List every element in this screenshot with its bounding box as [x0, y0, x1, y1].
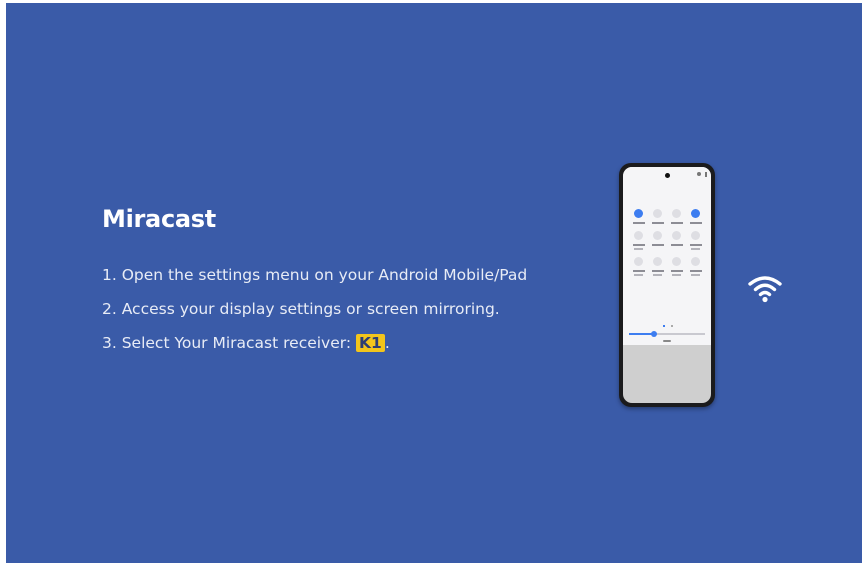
page-indicator [663, 325, 673, 327]
quick-tile [686, 257, 705, 276]
brightness-slider [629, 331, 705, 337]
instruction-step-3: 3. Select Your Miracast receiver: K1. [102, 333, 527, 367]
instruction-step-3-text: 3. Select Your Miracast receiver: [102, 334, 352, 352]
camera-hole [665, 173, 670, 178]
page-title: Miracast [102, 205, 216, 233]
quick-tile [648, 209, 667, 224]
quick-settings-tiles [629, 209, 705, 276]
quick-tile [686, 209, 705, 224]
quick-tile [629, 209, 648, 224]
quick-tile [629, 231, 648, 250]
quick-tile [648, 231, 667, 250]
wifi-icon [748, 276, 782, 303]
quick-tile [667, 257, 686, 276]
quick-tile [629, 257, 648, 276]
more-icon [705, 172, 707, 177]
instruction-list: 1. Open the settings menu on your Androi… [102, 265, 527, 367]
quick-settings-panel [623, 167, 711, 345]
phone-screen [623, 167, 711, 403]
receiver-name-badge: K1 [356, 334, 385, 352]
gear-icon [697, 172, 701, 176]
panel-handle [663, 340, 671, 342]
quick-tile [686, 231, 705, 250]
instruction-step-1: 1. Open the settings menu on your Androi… [102, 266, 528, 284]
phone-illustration [619, 163, 715, 407]
instruction-step-3-suffix: . [384, 334, 390, 352]
miracast-screen: Miracast 1. Open the settings menu on yo… [6, 3, 862, 563]
quick-tile [667, 209, 686, 224]
instruction-step-2: 2. Access your display settings or scree… [102, 300, 500, 318]
quick-tile [667, 231, 686, 250]
quick-tile [648, 257, 667, 276]
